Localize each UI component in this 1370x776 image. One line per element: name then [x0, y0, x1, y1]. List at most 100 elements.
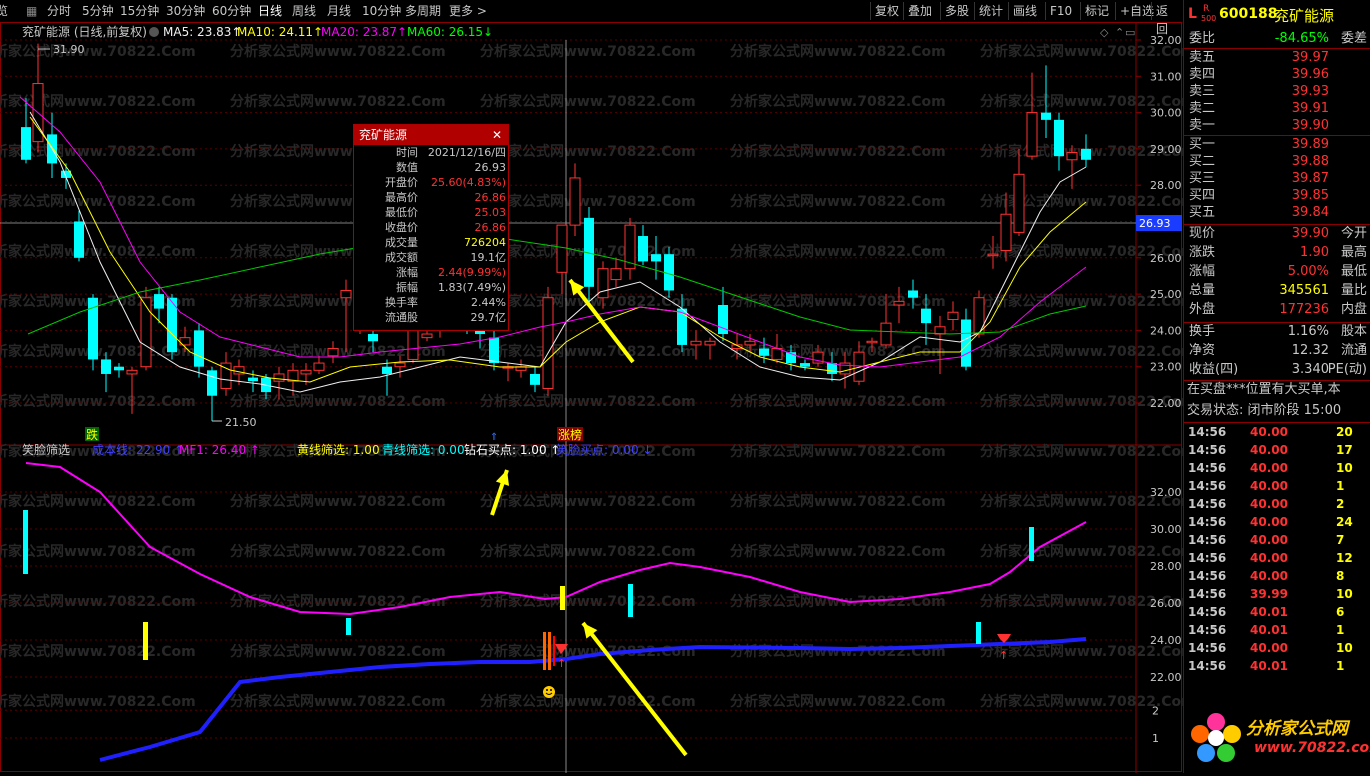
buy-row: 买五 39.84	[1187, 204, 1367, 222]
period-tab-9[interactable]: 多周期	[405, 3, 441, 19]
bang-tag: 榜	[570, 427, 582, 442]
period-tab-1[interactable]: 5分钟	[82, 3, 114, 19]
tick-price: 40.00	[1250, 533, 1288, 547]
popup-header: 兖矿能源 ✕	[354, 125, 508, 145]
cyan-bar	[976, 622, 981, 644]
stock-code: 600188	[1219, 6, 1278, 22]
sub-legend-5: 笑脸买点: 0.00 ↓	[556, 442, 652, 457]
sub-y-tick-label: 22.00	[1150, 671, 1182, 684]
period-tab-7[interactable]: 月线	[327, 3, 351, 19]
popup-row: 收盘价 26.86	[354, 220, 508, 235]
weibi-row: 委比 -84.65% 委差	[1187, 30, 1367, 48]
stat-row: 净资 12.32 流通	[1187, 342, 1367, 360]
signal-bar	[548, 632, 551, 670]
sub-legend-1: MF1: 26.40 ↑	[179, 443, 260, 457]
watermark-text: 分析家公式网www.70822.Com	[730, 143, 946, 160]
watermark-text: 分析家公式网www.70822.Com	[230, 493, 446, 510]
candle-body	[101, 359, 111, 374]
watermark-text: 分析家公式网www.70822.Com	[230, 693, 446, 710]
tick-row: 14:56 40.01 1	[1184, 621, 1367, 639]
cyan-bar	[23, 510, 28, 574]
tick-volume: 10	[1336, 641, 1353, 655]
settings-icon	[149, 27, 159, 37]
popup-row-label: 最低价	[385, 206, 418, 219]
popup-row: 最低价 25.03	[354, 205, 508, 220]
stat-row-label: 净资	[1189, 343, 1216, 358]
watermark-text: 分析家公式网www.70822.Com	[730, 193, 946, 210]
watermark-text: 分析家公式网www.70822.Com	[480, 693, 696, 710]
period-tab-6[interactable]: 周线	[292, 3, 316, 19]
chart-svg[interactable]: 分析家公式网www.70822.Com 分析家公式网www.70822.Com 分析…	[0, 22, 1196, 773]
quote-panel: L R 500 600188 兖矿能源 委比 -84.65% 委差 卖五 39.97 卖四…	[1183, 0, 1370, 773]
toolbar-button-6[interactable]: 标记	[1080, 2, 1113, 20]
watermark-text: 分析家公式网www.70822.Com	[980, 443, 1183, 460]
buy-row-label: 买三	[1189, 171, 1216, 186]
tick-time: 14:56	[1188, 425, 1227, 439]
sub-legend-4: 钻石买点: 1.00 ↑	[464, 442, 560, 457]
tick-price: 40.01	[1250, 659, 1288, 673]
popup-row-value: 726204	[464, 236, 506, 249]
tick-volume: 6	[1336, 605, 1345, 619]
watermark-text: 分析家公式网www.70822.Com	[0, 643, 196, 660]
tick-time: 14:56	[1188, 641, 1227, 655]
tick-row: 14:56 40.00 10	[1184, 459, 1367, 477]
signal-bar	[553, 636, 555, 666]
period-tab-3[interactable]: 30分钟	[166, 3, 205, 19]
toolbar-button-5[interactable]: F10	[1045, 2, 1076, 20]
sub-chart-title: 笑脸筛选	[22, 442, 70, 457]
candle-body	[300, 369, 312, 375]
toolbar-button-3[interactable]: 统计	[974, 2, 1007, 20]
period-tab-2[interactable]: 15分钟	[120, 3, 159, 19]
period-tab-4[interactable]: 60分钟	[212, 3, 251, 19]
candle-body	[610, 268, 622, 281]
buy-row-label: 买五	[1189, 205, 1216, 220]
y-tick-label: 24.00	[1150, 324, 1182, 337]
popup-row: 成交量 726204	[354, 235, 508, 250]
toolbar-button-0[interactable]: 复权	[870, 2, 903, 20]
candle-body	[194, 330, 204, 367]
tick-row: 14:56 40.00 10	[1184, 639, 1367, 657]
y-tick-label: 30.00	[1150, 107, 1182, 120]
sell-row-label: 卖三	[1189, 84, 1216, 99]
stat-row-value: 3.340	[1291, 362, 1329, 377]
logo-url: www.70822.com	[1254, 740, 1370, 756]
sub-legend-2: 黄线筛选: 1.00	[297, 442, 380, 457]
stat-row-value: 1.16%	[1287, 324, 1329, 339]
period-toolbar: 览 ▦ 分时 5分钟 15分钟 30分钟 60分钟 日线 周线 月线 10分钟 多周期 更多 > 复权 叠加…	[0, 0, 1183, 36]
watermark-text: 分析家公式网www.70822.Com	[0, 543, 196, 560]
cyan-bar	[346, 618, 351, 635]
sub-y-tick-label: 26.00	[1150, 597, 1182, 610]
tick-row: 14:56 40.00 20	[1184, 423, 1367, 441]
tick-row: 14:56 40.00 2	[1184, 495, 1367, 513]
smiley-eye	[550, 689, 552, 691]
zhang-tag: 涨	[558, 427, 570, 442]
toolbar-button-4[interactable]: 画线	[1008, 2, 1041, 20]
tick-row: 14:56 40.00 24	[1184, 513, 1367, 531]
period-tab-10[interactable]: 更多 >	[449, 3, 487, 19]
grid-icon[interactable]: ▦	[26, 3, 37, 19]
chevron-up-icon: ⌃	[1115, 26, 1124, 39]
close-icon[interactable]: ✕	[492, 125, 502, 145]
candle-body	[1081, 148, 1091, 160]
toolbar-button-8[interactable]: 返回	[1151, 2, 1183, 36]
chart-area[interactable]: 分析家公式网www.70822.Com 分析家公式网www.70822.Com 分析…	[0, 22, 1196, 773]
watermark-text: 分析家公式网www.70822.Com	[0, 193, 196, 210]
watermark-text: 分析家公式网www.70822.Com	[0, 43, 196, 60]
period-tab-5[interactable]: 日线	[258, 3, 282, 19]
period-tab-0[interactable]: 分时	[47, 3, 71, 19]
sell-row-value: 39.90	[1291, 118, 1329, 133]
badge-r: R	[1203, 4, 1210, 14]
popup-row-label: 最高价	[385, 191, 418, 204]
tick-row: 14:56 40.00 8	[1184, 567, 1367, 585]
sub-y-tick-label: 28.00	[1150, 560, 1182, 573]
popup-row: 最高价 26.86	[354, 190, 508, 205]
toolbar-button-2[interactable]: 多股	[940, 2, 973, 20]
period-tab-8[interactable]: 10分钟	[362, 3, 401, 19]
toolbar-button-1[interactable]: 叠加	[903, 2, 936, 20]
sub-legend-3: 青线筛选: 0.00	[382, 442, 465, 457]
y-tick-label: 26.00	[1150, 252, 1182, 265]
candle-body	[973, 297, 985, 335]
stat-row-label: 涨跌	[1189, 245, 1216, 260]
cyan-bar	[628, 584, 633, 617]
stat-row-label: 总量	[1189, 283, 1216, 298]
